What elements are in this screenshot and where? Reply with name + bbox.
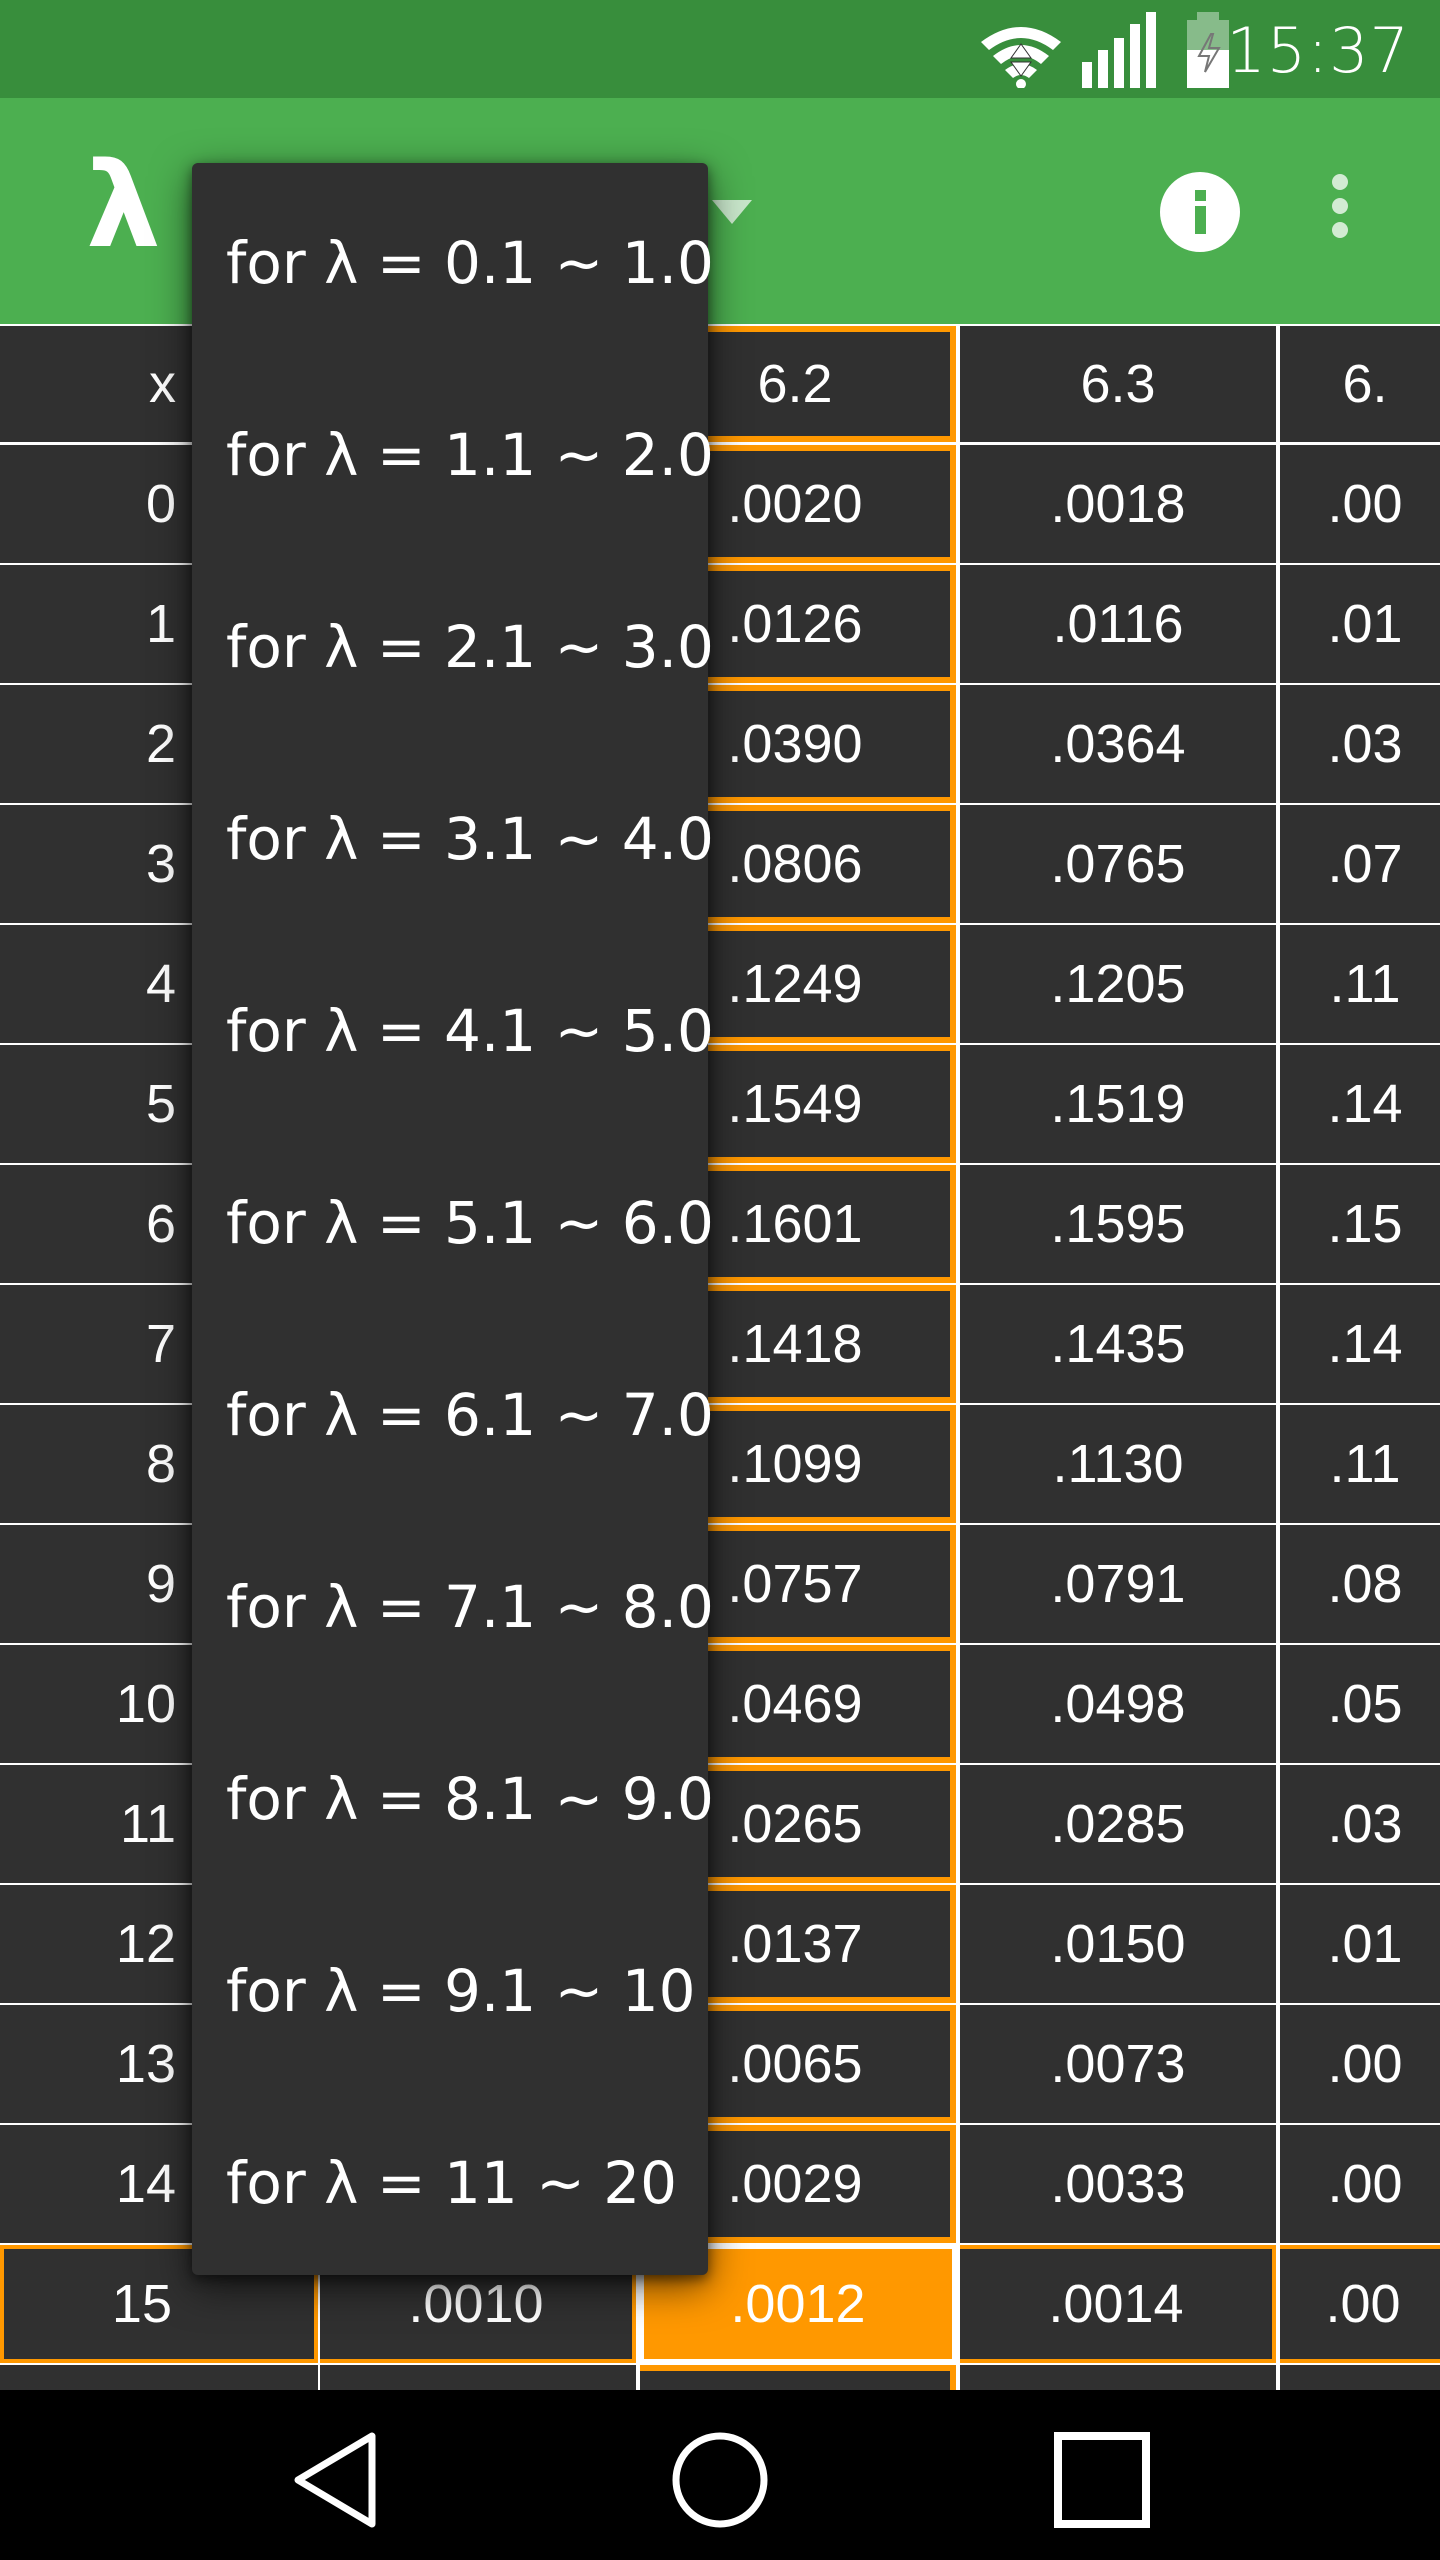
- header-cell-lambda[interactable]: 6.3: [960, 326, 1276, 442]
- dropdown-item[interactable]: for λ = 0.1 ~ 1.0: [192, 167, 714, 359]
- table-cell[interactable]: .01: [1280, 565, 1440, 683]
- dropdown-item[interactable]: for λ = 11 ~ 20: [192, 2087, 708, 2279]
- table-cell[interactable]: [960, 2365, 1276, 2390]
- back-icon[interactable]: [290, 2430, 390, 2530]
- dropdown-item[interactable]: for λ = 7.1 ~ 8.0: [192, 1511, 714, 1703]
- table-cell[interactable]: .0765: [960, 805, 1276, 923]
- info-icon: [1195, 190, 1206, 201]
- table-cell[interactable]: [320, 2365, 636, 2390]
- table-cell[interactable]: .03: [1280, 1765, 1440, 1883]
- table-cell[interactable]: .1435: [960, 1285, 1276, 1403]
- table-cell[interactable]: .08: [1280, 1525, 1440, 1643]
- dropdown-arrow-icon[interactable]: [712, 200, 752, 224]
- recents-icon[interactable]: [1052, 2430, 1152, 2530]
- table-cell[interactable]: .00: [1280, 2005, 1440, 2123]
- table-cell[interactable]: .15: [1280, 1165, 1440, 1283]
- table-cell[interactable]: .14: [1280, 1045, 1440, 1163]
- table-cell[interactable]: [640, 2365, 956, 2390]
- table-cell[interactable]: .1595: [960, 1165, 1276, 1283]
- table-cell[interactable]: .0033: [960, 2125, 1276, 2243]
- table-cell[interactable]: .07: [1280, 805, 1440, 923]
- dropdown-item[interactable]: for λ = 1.1 ~ 2.0: [192, 359, 714, 551]
- table-cell[interactable]: .05: [1280, 1645, 1440, 1763]
- dropdown-item[interactable]: for λ = 8.1 ~ 9.0: [192, 1703, 714, 1895]
- table-cell[interactable]: .00: [1280, 2125, 1440, 2243]
- table-cell[interactable]: .0018: [960, 445, 1276, 563]
- table-cell[interactable]: .1519: [960, 1045, 1276, 1163]
- table-cell[interactable]: [0, 2365, 318, 2390]
- more-vert-icon: [1332, 174, 1348, 190]
- dropdown-item[interactable]: for λ = 3.1 ~ 4.0: [192, 743, 714, 935]
- table-cell[interactable]: .0014: [960, 2245, 1276, 2363]
- dropdown-item[interactable]: for λ = 4.1 ~ 5.0: [192, 935, 714, 1127]
- table-cell[interactable]: .0791: [960, 1525, 1276, 1643]
- table-cell[interactable]: .11: [1280, 925, 1440, 1043]
- table-cell[interactable]: .1205: [960, 925, 1276, 1043]
- table-cell[interactable]: .14: [1280, 1285, 1440, 1403]
- table-cell[interactable]: .0285: [960, 1765, 1276, 1883]
- home-icon[interactable]: [670, 2430, 770, 2530]
- more-options-button[interactable]: [1330, 174, 1354, 252]
- table-cell[interactable]: .0150: [960, 1885, 1276, 2003]
- table-cell[interactable]: .0116: [960, 565, 1276, 683]
- dropdown-item[interactable]: for λ = 6.1 ~ 7.0: [192, 1319, 714, 1511]
- table-cell[interactable]: .00: [1280, 2245, 1440, 2363]
- dropdown-item[interactable]: for λ = 2.1 ~ 3.0: [192, 551, 714, 743]
- table-cell[interactable]: .1130: [960, 1405, 1276, 1523]
- table-cell[interactable]: .0364: [960, 685, 1276, 803]
- table-cell[interactable]: .0073: [960, 2005, 1276, 2123]
- table-cell[interactable]: .0498: [960, 1645, 1276, 1763]
- wifi-icon: [981, 27, 1061, 88]
- table-cell[interactable]: [1280, 2365, 1440, 2390]
- dropdown-item[interactable]: for λ = 5.1 ~ 6.0: [192, 1127, 714, 1319]
- status-bar: 15:37: [0, 0, 1440, 98]
- table-cell[interactable]: .03: [1280, 685, 1440, 803]
- dropdown-item[interactable]: for λ = 9.1 ~ 10: [192, 1895, 708, 2087]
- cell-signal-icon: [1082, 12, 1156, 88]
- status-time: 15:37: [1226, 14, 1410, 87]
- app-logo: λ: [86, 136, 161, 274]
- table-cell[interactable]: .11: [1280, 1405, 1440, 1523]
- table-cell[interactable]: .00: [1280, 445, 1440, 563]
- table-cell[interactable]: .01: [1280, 1885, 1440, 2003]
- header-cell-lambda[interactable]: 6.: [1280, 326, 1440, 442]
- info-button[interactable]: [1160, 172, 1240, 252]
- navigation-bar: [0, 2390, 1440, 2560]
- lambda-range-dropdown: for λ = 0.1 ~ 1.0 for λ = 1.1 ~ 2.0 for λ …: [192, 163, 714, 2275]
